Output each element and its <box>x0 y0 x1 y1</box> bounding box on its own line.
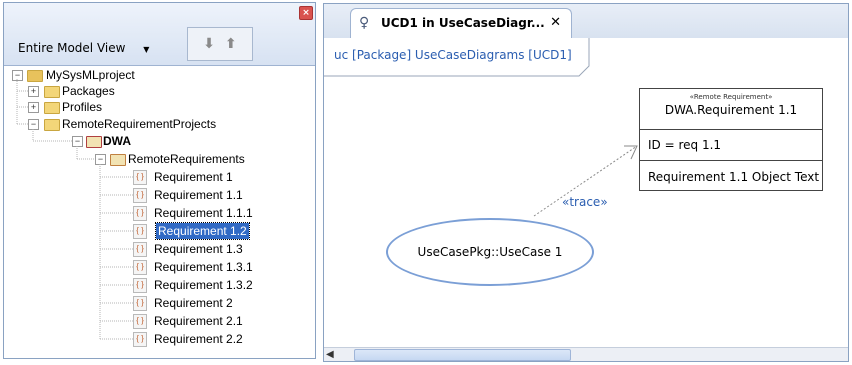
close-icon[interactable]: × <box>299 6 313 20</box>
scroll-left-icon[interactable]: ◀ <box>326 348 334 361</box>
editor-tab-strip: ♀ UCD1 in UseCaseDiagr... ✕ <box>324 4 848 39</box>
move-up-icon[interactable]: ⬆ <box>225 36 237 52</box>
chevron-down-icon: ▼ <box>143 45 150 54</box>
model-view-dropdown[interactable]: Entire Model View ▼ <box>18 37 149 59</box>
tab-ucd1[interactable]: ♀ UCD1 in UseCaseDiagr... ✕ <box>350 8 572 39</box>
model-browser-panel: × Entire Model View ▼ ⬇ ⬆ − MySysMLproje… <box>3 2 316 359</box>
horizontal-scrollbar[interactable]: ◀ <box>324 347 848 361</box>
requirement-header: «Remote Requirement» DWA.Requirement 1.1 <box>640 93 822 130</box>
model-view-label: Entire Model View <box>18 41 126 55</box>
requirement-name: DWA.Requirement 1.1 <box>664 103 798 117</box>
tree-lines <box>16 79 133 340</box>
requirement-element[interactable]: «Remote Requirement» DWA.Requirement 1.1… <box>639 88 823 191</box>
move-buttons: ⬇ ⬆ <box>187 27 253 61</box>
diagram-canvas[interactable]: uc [Package] UseCaseDiagrams [UCD1] «Rem… <box>324 38 848 348</box>
scrollbar-thumb[interactable] <box>354 349 571 361</box>
use-case-diagram-icon: ♀ <box>359 15 370 31</box>
trace-label: «trace» <box>562 195 608 209</box>
browser-toolbar: × Entire Model View ▼ ⬇ ⬆ <box>4 3 315 66</box>
use-case-label: UseCasePkg::UseCase 1 <box>417 245 563 259</box>
close-icon[interactable]: ✕ <box>550 15 561 30</box>
requirement-stereotype: «Remote Requirement» <box>689 93 773 101</box>
diagram-editor-panel: ♀ UCD1 in UseCaseDiagr... ✕ uc [Package]… <box>323 3 849 362</box>
requirement-text: Requirement 1.1 Object Text <box>648 170 820 184</box>
use-case-element[interactable]: UseCasePkg::UseCase 1 <box>386 218 594 286</box>
requirement-id: ID = req 1.1 <box>640 130 822 161</box>
diagram-frame-label: uc [Package] UseCaseDiagrams [UCD1] <box>334 48 572 62</box>
move-down-icon[interactable]: ⬇ <box>203 36 215 52</box>
tab-title: UCD1 in UseCaseDiagr... <box>381 16 545 30</box>
